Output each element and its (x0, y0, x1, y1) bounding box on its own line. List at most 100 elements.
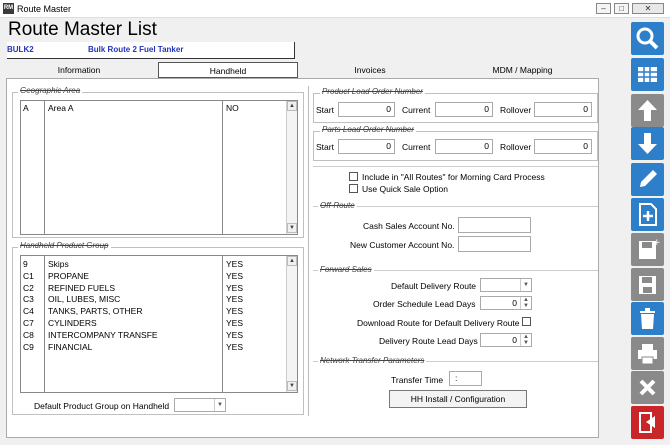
delete-icon[interactable] (631, 302, 664, 335)
transfer-time-field[interactable]: : (449, 371, 482, 386)
product-group-row-name: PROPANE (48, 270, 89, 281)
panel-divider (308, 86, 309, 416)
product-group-row-flag: YES (226, 270, 244, 281)
chevron-down-icon[interactable]: ▼ (214, 399, 225, 411)
geo-row-code: A (23, 103, 29, 113)
product-group-row-flag: YES (226, 329, 244, 340)
scroll-up-icon[interactable]: ▲ (287, 256, 297, 266)
maximize-button[interactable]: □ (614, 3, 629, 14)
include-all-routes-label: Include in "All Routes" for Morning Card… (362, 172, 545, 182)
default-delivery-route-label: Default Delivery Route (391, 281, 477, 291)
save-icon[interactable] (631, 268, 664, 301)
save-new-icon[interactable]: + (631, 233, 664, 266)
minimize-button[interactable]: – (596, 3, 611, 14)
plon-start-field[interactable]: 0 (338, 102, 395, 117)
plon-current-label: Current (402, 105, 431, 115)
page-title: Route Master List (8, 19, 157, 40)
product-group-row-name: TANKS, PARTS, OTHER (48, 306, 143, 317)
product-group-row-code: C1 (23, 270, 34, 281)
network-transfer-title: Network Transfer Parameters (318, 356, 427, 365)
forward-sales-title: Forward Sales (318, 265, 374, 274)
tab-information[interactable]: Information (8, 62, 150, 78)
window-titlebar (0, 0, 670, 18)
route-name: Bulk Route 2 Fuel Tanker (88, 45, 184, 54)
palon-current-field[interactable]: 0 (435, 139, 493, 154)
product-group-row-name: Skips (48, 259, 69, 269)
product-group-row-flag: YES (226, 306, 244, 317)
geo-row-name: Area A (48, 103, 74, 113)
geographic-area-list[interactable] (20, 100, 298, 235)
hh-install-configuration-button[interactable]: HH Install / Configuration (389, 390, 527, 408)
search-icon[interactable] (631, 22, 664, 55)
cash-sales-account-field[interactable] (458, 217, 531, 233)
product-group-row-name: FINANCIAL (48, 341, 93, 352)
product-group-row-flag: YES (226, 341, 244, 352)
geo-row-flag: NO (226, 103, 239, 113)
scroll-down-icon[interactable]: ▼ (287, 381, 297, 391)
order-schedule-lead-days-label: Order Schedule Lead Days (373, 299, 476, 309)
tab-handheld[interactable]: Handheld (158, 62, 298, 78)
handheld-product-group-title: Handheld Product Group (18, 241, 111, 250)
spinner-arrows-icon[interactable]: ▲ ▼ (520, 297, 531, 309)
product-group-row-name: CYLINDERS (48, 318, 97, 328)
product-group-row-name: REFINED FUELS (48, 282, 116, 293)
close-window-button[interactable]: ✕ (632, 3, 664, 14)
palon-start-label: Start (316, 142, 334, 152)
product-group-row-code: C7 (23, 318, 34, 328)
product-group-row-name: INTERCOMPANY TRANSFE (48, 329, 158, 340)
grid-icon[interactable] (631, 58, 664, 91)
plon-rollover-field[interactable]: 0 (534, 102, 592, 117)
spinner-arrows-icon[interactable]: ▲ ▼ (520, 334, 531, 346)
window-title: Route Master (17, 4, 72, 14)
product-group-row-code: C8 (23, 329, 34, 340)
parts-load-order-title: Parts Load Order Number (320, 125, 417, 134)
cash-sales-label: Cash Sales Account No. (363, 221, 455, 231)
svg-text:+: + (653, 238, 661, 248)
pencil-icon[interactable] (631, 163, 664, 196)
scroll-down-icon[interactable]: ▼ (287, 223, 297, 233)
palon-rollover-field[interactable]: 0 (534, 139, 592, 154)
print-icon[interactable] (631, 337, 664, 370)
new-customer-label: New Customer Account No. (350, 240, 455, 250)
app-icon: RM (3, 3, 14, 14)
product-group-row-code: C9 (23, 341, 34, 352)
product-group-row-code: C4 (23, 306, 34, 317)
geographic-area-title: Geographic Area (18, 86, 83, 95)
route-code: BULK2 (7, 45, 34, 54)
product-group-row-flag: YES (226, 282, 244, 293)
arrow-up-icon[interactable] (631, 94, 664, 127)
product-group-row-code: C3 (23, 294, 34, 305)
product-group-scrollbar[interactable] (286, 256, 297, 392)
quick-sale-checkbox[interactable] (349, 184, 358, 193)
product-group-row-flag: YES (226, 318, 244, 328)
chevron-down-icon[interactable]: ▼ (520, 279, 531, 291)
download-route-label: Download Route for Default Delivery Rout… (357, 318, 520, 328)
tab-mdm-mapping[interactable]: MDM / Mapping (440, 62, 605, 78)
product-group-row-flag: YES (226, 259, 244, 269)
product-group-row-code: C2 (23, 282, 34, 293)
product-load-order-title: Product Load Order Number (320, 87, 425, 96)
arrow-down-icon[interactable] (631, 127, 664, 160)
geo-scrollbar[interactable] (286, 101, 297, 234)
plon-current-field[interactable]: 0 (435, 102, 493, 117)
off-route-title: Off-Route (318, 201, 357, 210)
tab-invoices[interactable]: Invoices (300, 62, 440, 78)
product-group-row-flag: YES (226, 294, 244, 305)
download-route-checkbox[interactable] (522, 317, 531, 326)
include-all-routes-checkbox[interactable] (349, 172, 358, 181)
plon-start-label: Start (316, 105, 334, 115)
palon-rollover-label: Rollover (500, 142, 532, 152)
new-document-icon[interactable] (631, 198, 664, 231)
scroll-up-icon[interactable]: ▲ (287, 101, 297, 111)
transfer-time-label: Transfer Time (391, 375, 444, 385)
exit-icon[interactable] (631, 406, 664, 439)
product-group-row-name: OIL, LUBES, MISC (48, 294, 121, 305)
product-group-row-code: 9 (23, 259, 28, 269)
palon-start-field[interactable]: 0 (338, 139, 395, 154)
palon-current-label: Current (402, 142, 431, 152)
new-customer-account-field[interactable] (458, 236, 531, 252)
quick-sale-label: Use Quick Sale Option (362, 184, 448, 194)
close-icon[interactable] (631, 371, 664, 404)
plon-rollover-label: Rollover (500, 105, 532, 115)
default-product-group-label: Default Product Group on Handheld (34, 401, 170, 411)
